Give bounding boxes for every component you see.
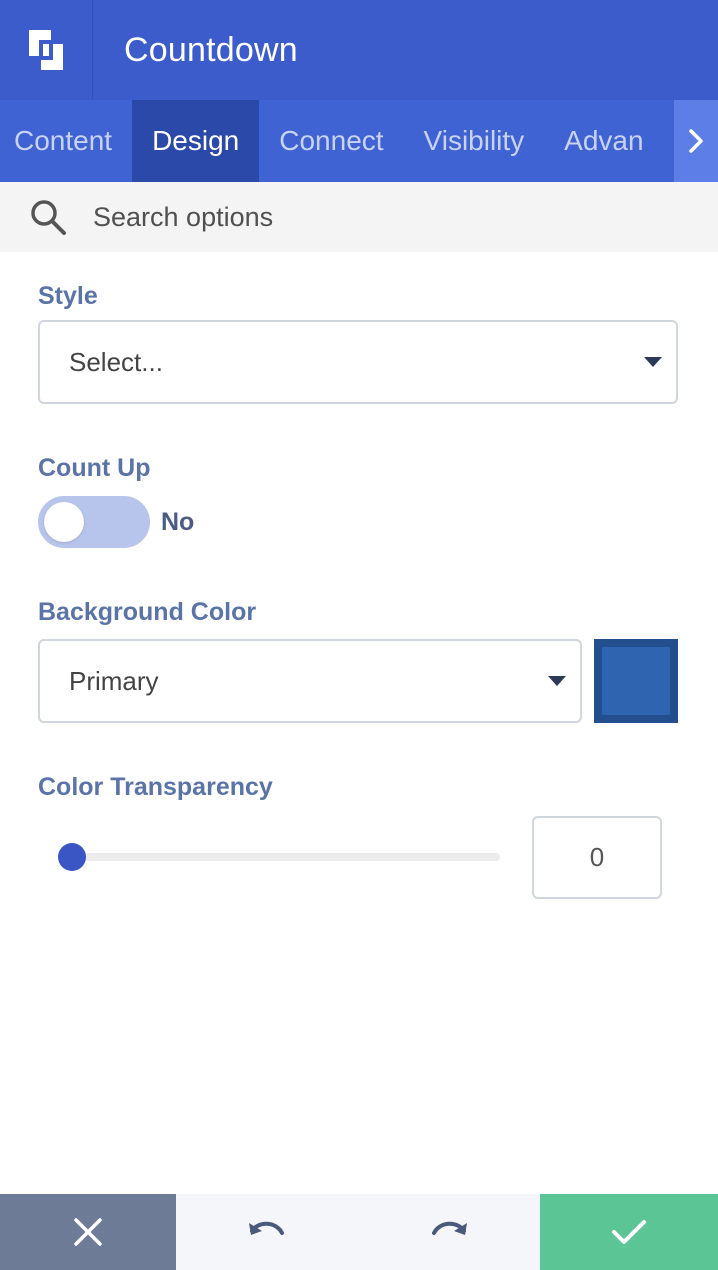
panel-header: Countdown (0, 0, 718, 100)
background-color-value: Primary (69, 665, 159, 696)
tab-connect[interactable]: Connect (259, 100, 403, 182)
count-up-label: Count Up (38, 454, 151, 482)
color-swatch[interactable] (594, 639, 678, 723)
search-input[interactable] (93, 201, 653, 233)
tab-content[interactable]: Content (0, 100, 132, 182)
panel-title: Countdown (124, 30, 298, 69)
chevron-right-icon[interactable] (674, 100, 718, 182)
close-icon (74, 1218, 102, 1246)
action-footer (0, 1194, 718, 1270)
transparency-slider-track[interactable] (72, 853, 500, 861)
background-color-select[interactable]: Primary (38, 639, 582, 723)
count-up-state: No (161, 508, 195, 536)
color-swatch-fill (602, 647, 670, 715)
search-icon (31, 200, 66, 235)
tab-design[interactable]: Design (132, 100, 260, 182)
tab-advanced[interactable]: Advan (544, 100, 663, 182)
options-panel: Countdown Content Design Connect Visibil… (0, 0, 718, 1270)
redo-icon (432, 1221, 467, 1235)
transparency-value-input[interactable] (532, 816, 662, 899)
redo-button[interactable] (358, 1194, 540, 1270)
cancel-button[interactable] (0, 1194, 176, 1270)
search-bar (0, 182, 718, 252)
undo-button[interactable] (176, 1194, 358, 1270)
toggle-knob (44, 502, 84, 542)
tab-bar: Content Design Connect Visibility Advan (0, 100, 718, 182)
style-select-value: Select... (69, 346, 163, 377)
color-transparency-label: Color Transparency (38, 773, 273, 801)
background-color-label: Background Color (38, 598, 257, 626)
caret-down-icon (548, 676, 566, 686)
undo-icon (249, 1221, 284, 1235)
style-label: Style (38, 282, 98, 310)
confirm-button[interactable] (540, 1194, 718, 1270)
count-up-toggle[interactable] (38, 496, 150, 548)
transparency-slider-thumb[interactable] (58, 843, 86, 871)
caret-down-icon (644, 357, 662, 367)
style-select[interactable]: Select... (38, 320, 678, 404)
builder-logo-icon[interactable] (0, 0, 93, 100)
tab-visibility[interactable]: Visibility (404, 100, 545, 182)
check-icon (612, 1220, 646, 1244)
